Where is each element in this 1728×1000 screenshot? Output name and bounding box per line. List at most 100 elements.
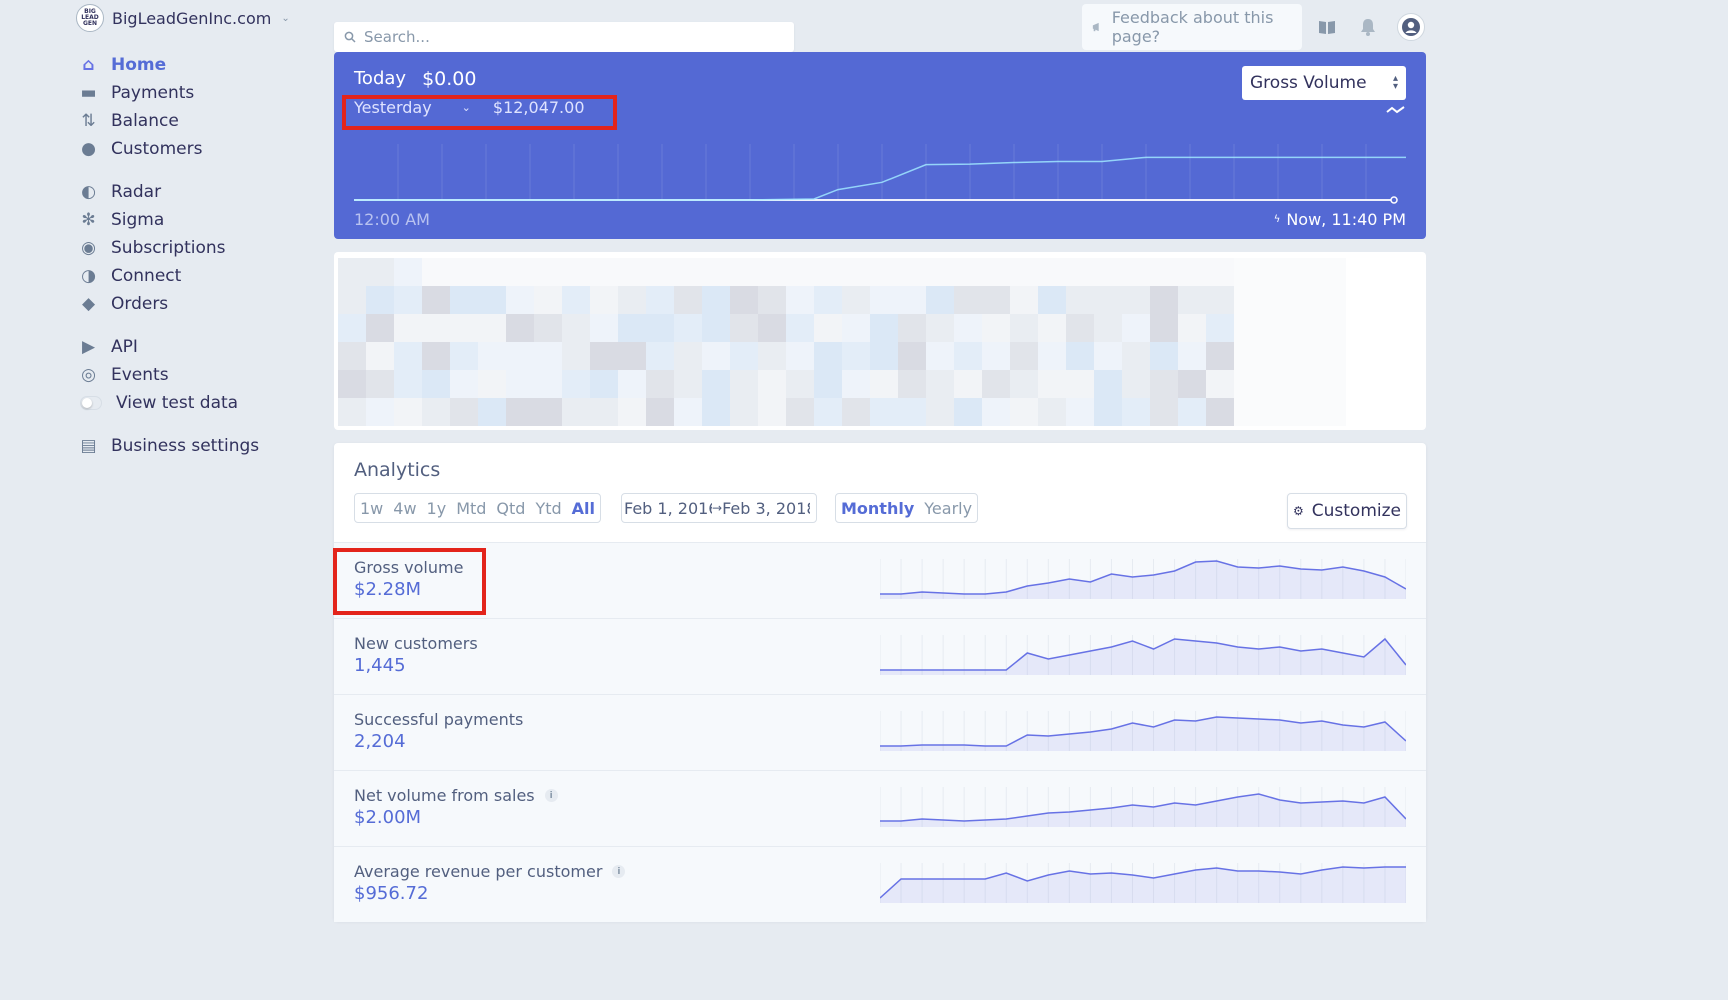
redacted-pixel bbox=[1122, 286, 1150, 314]
redacted-content-card bbox=[334, 252, 1426, 430]
redacted-pixel bbox=[954, 314, 982, 342]
chevron-down-icon: ⌄ bbox=[281, 12, 290, 24]
metric-label: Average revenue per customer bbox=[354, 862, 603, 881]
sidebar-item-balance[interactable]: ⇅ Balance bbox=[80, 107, 320, 135]
sidebar-item-customers[interactable]: ● Customers bbox=[80, 135, 320, 163]
redacted-pixel bbox=[590, 258, 618, 286]
redacted-pixel bbox=[898, 286, 926, 314]
search-bar[interactable] bbox=[334, 22, 794, 52]
interval-option-monthly[interactable]: Monthly bbox=[836, 499, 919, 518]
search-input[interactable] bbox=[364, 28, 784, 46]
redacted-pixel bbox=[1178, 398, 1206, 426]
redacted-pixel bbox=[898, 258, 926, 286]
redacted-pixel bbox=[1094, 370, 1122, 398]
metric-label: New customers bbox=[354, 634, 478, 653]
metric-row-new-customers[interactable]: New customers 1,445 bbox=[334, 618, 1426, 694]
range-option-4w[interactable]: 4w bbox=[388, 499, 421, 518]
account-switcher[interactable]: BIG LEAD GEN BigLeadGenInc.com ⌄ bbox=[76, 4, 290, 32]
redacted-pixel bbox=[1206, 314, 1234, 342]
range-option-1w[interactable]: 1w bbox=[355, 499, 388, 518]
redacted-pixel bbox=[674, 398, 702, 426]
metric-value: 2,204 bbox=[354, 731, 406, 752]
sidebar-item-sigma[interactable]: ✻ Sigma bbox=[80, 206, 320, 234]
redacted-pixel bbox=[506, 398, 534, 426]
test-data-toggle[interactable] bbox=[80, 396, 102, 410]
trend-line-icon[interactable] bbox=[1386, 104, 1406, 116]
sidebar-item-orders[interactable]: ◆ Orders bbox=[80, 290, 320, 318]
redacted-pixel bbox=[730, 370, 758, 398]
redacted-pixel bbox=[730, 398, 758, 426]
bell-icon[interactable] bbox=[1357, 16, 1379, 38]
range-option-ytd[interactable]: Ytd bbox=[530, 499, 566, 518]
redacted-pixel bbox=[338, 286, 366, 314]
today-volume-chart bbox=[354, 144, 1406, 204]
date-to[interactable]: Feb 3, 2018 bbox=[722, 499, 810, 518]
profile-avatar[interactable] bbox=[1397, 13, 1425, 41]
metric-label-row: Net volume from sales i bbox=[354, 786, 558, 805]
date-range-picker[interactable]: Feb 1, 2016 → Feb 3, 2018 bbox=[621, 493, 817, 523]
redacted-pixel bbox=[1206, 258, 1234, 286]
customize-button[interactable]: ⚙ Customize bbox=[1287, 493, 1407, 529]
nav-group: ▤ Business settings bbox=[80, 432, 320, 460]
redacted-pixel bbox=[450, 258, 478, 286]
date-from[interactable]: Feb 1, 2016 bbox=[624, 499, 712, 518]
metric-row-successful-payments[interactable]: Successful payments 2,204 bbox=[334, 694, 1426, 770]
compare-period-selector[interactable]: Yesterday ⌄ $12,047.00 bbox=[354, 98, 585, 117]
redacted-pixel bbox=[1150, 342, 1178, 370]
redacted-pixel bbox=[366, 398, 394, 426]
metric-label: Net volume from sales bbox=[354, 786, 535, 805]
feedback-button[interactable]: Feedback about this page? bbox=[1082, 4, 1302, 50]
sidebar-item-events[interactable]: ◎ Events bbox=[80, 361, 320, 389]
sidebar-item-subscriptions[interactable]: ◉ Subscriptions bbox=[80, 234, 320, 262]
metric-row-net-volume-from-sales[interactable]: Net volume from sales i $2.00M bbox=[334, 770, 1426, 846]
sidebar-item-view-test-data[interactable]: View test data bbox=[80, 389, 320, 417]
sidebar-item-home[interactable]: ⌂ Home bbox=[80, 51, 320, 79]
sidebar-item-label: Balance bbox=[111, 111, 179, 131]
redacted-pixel bbox=[1206, 342, 1234, 370]
sidebar-item-api[interactable]: ▶ API bbox=[80, 333, 320, 361]
range-option-qtd[interactable]: Qtd bbox=[491, 499, 530, 518]
redacted-pixel bbox=[1038, 314, 1066, 342]
redacted-pixel bbox=[450, 314, 478, 342]
sidebar-item-payments[interactable]: ▬ Payments bbox=[80, 79, 320, 107]
metric-select[interactable]: Gross Volume ▴ ▾ bbox=[1242, 66, 1406, 100]
terminal-icon: ▶ bbox=[81, 337, 96, 357]
range-option-1y[interactable]: 1y bbox=[422, 499, 452, 518]
redacted-pixel bbox=[1234, 342, 1262, 370]
redacted-pixel bbox=[1038, 258, 1066, 286]
metric-row-average-revenue-per-customer[interactable]: Average revenue per customer i $956.72 bbox=[334, 846, 1426, 922]
sidebar-item-label: View test data bbox=[116, 393, 239, 413]
redacted-pixel bbox=[814, 398, 842, 426]
redacted-pixel bbox=[870, 370, 898, 398]
redacted-pixel bbox=[1318, 342, 1346, 370]
info-icon[interactable]: i bbox=[544, 789, 558, 802]
redacted-pixel bbox=[1290, 314, 1318, 342]
home-icon: ⌂ bbox=[82, 55, 95, 75]
sidebar-item-radar[interactable]: ◐ Radar bbox=[80, 178, 320, 206]
redacted-pixel bbox=[1094, 398, 1122, 426]
store-icon: ▤ bbox=[80, 436, 97, 456]
docs-icon[interactable] bbox=[1316, 16, 1338, 38]
sidebar-item-connect[interactable]: ◑ Connect bbox=[80, 262, 320, 290]
sidebar-item-business-settings[interactable]: ▤ Business settings bbox=[80, 432, 320, 460]
orders-icon: ◆ bbox=[81, 294, 96, 314]
redacted-pixel bbox=[730, 342, 758, 370]
range-option-all[interactable]: All bbox=[567, 499, 600, 518]
redacted-pixel bbox=[786, 342, 814, 370]
interval-option-yearly[interactable]: Yearly bbox=[919, 499, 977, 518]
redacted-pixel bbox=[898, 398, 926, 426]
range-option-mtd[interactable]: Mtd bbox=[451, 499, 491, 518]
user-icon bbox=[1402, 18, 1420, 36]
metric-row-gross-volume[interactable]: Gross volume $2.28M bbox=[334, 542, 1426, 618]
info-icon[interactable]: i bbox=[612, 865, 626, 878]
today-amount: $0.00 bbox=[422, 68, 477, 90]
redacted-pixel bbox=[842, 286, 870, 314]
redacted-pixel bbox=[1262, 258, 1290, 286]
redacted-pixel bbox=[674, 342, 702, 370]
redacted-pixel bbox=[870, 258, 898, 286]
redacted-pixel bbox=[450, 286, 478, 314]
redacted-pixel bbox=[478, 398, 506, 426]
redacted-pixel bbox=[394, 370, 422, 398]
nav-group: ⌂ Home ▬ Payments ⇅ Balance ● Customers bbox=[80, 51, 320, 163]
company-logo: BIG LEAD GEN bbox=[76, 4, 104, 32]
